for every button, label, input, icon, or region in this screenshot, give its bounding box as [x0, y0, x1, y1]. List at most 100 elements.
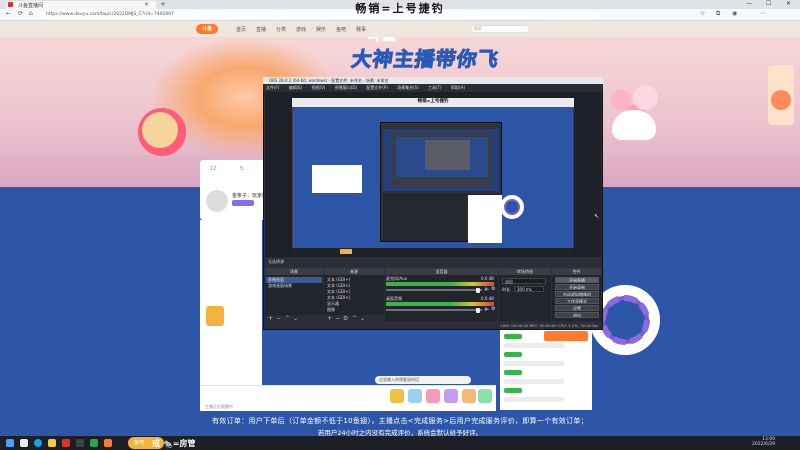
- clock-date: 2022/6/29: [752, 442, 776, 447]
- user-level-badge: [504, 334, 522, 339]
- sources-dock-header: 来源: [324, 268, 384, 275]
- volume-meter: [386, 302, 494, 306]
- captured-swim-ring: [500, 195, 524, 219]
- chat-message: [504, 397, 564, 402]
- cat-mascot-image: [142, 112, 178, 148]
- gear-icon[interactable]: ⚙: [343, 315, 348, 322]
- volume-slider-handle[interactable]: [476, 288, 480, 293]
- settings-button[interactable]: 设置: [555, 305, 599, 311]
- virtual-camera-button[interactable]: 启动虚拟摄像机: [555, 291, 599, 297]
- move-down-icon[interactable]: ⌄: [293, 315, 298, 322]
- gear-icon[interactable]: ⚙: [491, 286, 495, 292]
- exit-button[interactable]: 退出: [555, 312, 599, 318]
- stream-footer-text: 主播正在直播中: [205, 404, 233, 409]
- studio-mode-button[interactable]: 工作室模式: [555, 298, 599, 304]
- gift-icon[interactable]: [478, 389, 492, 403]
- menu-item-file[interactable]: 文件(F): [266, 85, 279, 90]
- volume-slider[interactable]: [386, 289, 482, 291]
- nav-link[interactable]: 直播: [256, 26, 266, 33]
- windows-start-icon[interactable]: [6, 439, 14, 447]
- user-level-badge: [504, 388, 522, 393]
- volume-slider[interactable]: [386, 309, 482, 311]
- menu-item-docks[interactable]: 停靠窗口(D): [335, 85, 357, 90]
- chat-input[interactable]: 这里输入你想要说的话: [375, 376, 471, 384]
- add-source-icon[interactable]: +: [327, 315, 332, 322]
- chat-message: [504, 361, 564, 366]
- captured-taskbar-app: [340, 249, 352, 254]
- subtitle-line: 有效订单：用户下单后（订单金额不低于10鱼翅），主播点击<完成服务>后用户完成服…: [211, 417, 589, 425]
- gift-icon[interactable]: [444, 389, 458, 403]
- site-search-input[interactable]: 搜索: [470, 25, 530, 33]
- edge-browser-icon[interactable]: [34, 439, 42, 447]
- user-level-badge: [504, 370, 522, 375]
- app-icon[interactable]: [62, 439, 70, 447]
- menu-item-help[interactable]: 帮助(H): [451, 85, 465, 90]
- scene-item[interactable]: 游戏画面场景: [266, 283, 322, 289]
- obs-status-bar: LIVE: 00:00:00 REC: 00:00:00 CPU: 3.2%, …: [265, 322, 601, 329]
- captured-taskbar: [292, 248, 574, 256]
- system-clock[interactable]: 13:00 2022/6/29: [752, 437, 775, 447]
- swim-ring-inner: [600, 295, 650, 345]
- stat-value: 5: [240, 166, 244, 172]
- menu-item-tools[interactable]: 工具(T): [428, 85, 442, 90]
- transitions-dock-header: 转场特效: [499, 268, 551, 275]
- app-icon[interactable]: [104, 439, 112, 447]
- start-recording-button[interactable]: 开始录制: [555, 284, 599, 290]
- nav-link[interactable]: 游戏: [296, 26, 306, 33]
- source-item[interactable]: 图像: [325, 307, 381, 313]
- streamer-level-badge: [232, 200, 254, 206]
- file-explorer-icon[interactable]: [48, 439, 56, 447]
- captured-overlay-title: 畅销=上号捷钓: [417, 99, 449, 104]
- gear-icon[interactable]: ⚙: [491, 306, 495, 312]
- menu-item-scene-collection[interactable]: 场景集合(S): [397, 85, 419, 90]
- obs-title-bar: OBS 28.0.2 (64-bit, windows) - 配置文件: 未命名…: [263, 77, 603, 84]
- nav-link[interactable]: 娱乐: [316, 26, 326, 33]
- nav-link[interactable]: 分类: [276, 26, 286, 33]
- obs-app-icon[interactable]: [76, 439, 84, 447]
- mixer-db-value: 0.0 dB: [481, 296, 494, 301]
- search-icon[interactable]: [20, 439, 28, 447]
- chat-message: [504, 379, 564, 384]
- gift-box-icon[interactable]: [206, 306, 224, 326]
- move-down-icon[interactable]: ⌄: [360, 315, 365, 322]
- nav-link[interactable]: 首页: [236, 26, 246, 33]
- captured-info-card: [312, 165, 362, 193]
- site-logo[interactable]: 斗鱼: [196, 24, 218, 34]
- move-up-icon[interactable]: ⌃: [285, 315, 290, 322]
- nav-link[interactable]: 鱼吧: [336, 26, 346, 33]
- menu-item-edit[interactable]: 编辑(E): [289, 85, 303, 90]
- avatar[interactable]: [206, 190, 228, 212]
- gift-icon[interactable]: [390, 389, 404, 403]
- mixer-db-value: 0.0 dB: [481, 276, 494, 281]
- start-streaming-button[interactable]: 开始直播: [555, 277, 599, 283]
- app-icon[interactable]: [90, 439, 98, 447]
- captured-obs-window-nested-deep: [425, 140, 470, 170]
- gift-icon[interactable]: [408, 389, 422, 403]
- mixer-dock-header: 混音器: [385, 268, 498, 275]
- gift-icon[interactable]: [426, 389, 440, 403]
- speaker-icon[interactable]: 🔈: [484, 286, 490, 292]
- side-event-icon: [771, 90, 791, 110]
- obs-menu-bar: 文件(F) 编辑(E) 视图(V) 停靠窗口(D) 配置文件(P) 场景集合(S…: [263, 84, 603, 91]
- move-up-icon[interactable]: ⌃: [352, 315, 357, 322]
- user-level-badge: [504, 352, 522, 357]
- stream-overlay-title: 畅销=上号捷钓: [355, 2, 445, 15]
- add-scene-icon[interactable]: +: [268, 315, 273, 322]
- remove-scene-icon[interactable]: −: [276, 315, 281, 322]
- gift-icon[interactable]: [462, 389, 476, 403]
- volume-meter: [386, 282, 494, 286]
- transition-select[interactable]: 淡出: [502, 278, 546, 284]
- menu-item-view[interactable]: 视图(V): [312, 85, 326, 90]
- cat-mascot-image-right: [612, 110, 656, 140]
- volume-slider-handle[interactable]: [476, 308, 480, 313]
- scenes-dock-header: 场景: [265, 268, 323, 275]
- speaker-icon[interactable]: 🔈: [484, 306, 490, 312]
- nav-link[interactable]: 赛事: [356, 26, 366, 33]
- menu-item-profile[interactable]: 配置文件(P): [366, 85, 388, 90]
- duration-input[interactable]: 300 ms: [514, 286, 544, 292]
- stat-value: 12: [210, 166, 217, 172]
- site-header: [0, 21, 800, 37]
- taskbar-overlay-text: 戒 🐀=房管: [152, 439, 196, 448]
- remove-source-icon[interactable]: −: [335, 315, 340, 322]
- chat-action-button[interactable]: [544, 331, 588, 341]
